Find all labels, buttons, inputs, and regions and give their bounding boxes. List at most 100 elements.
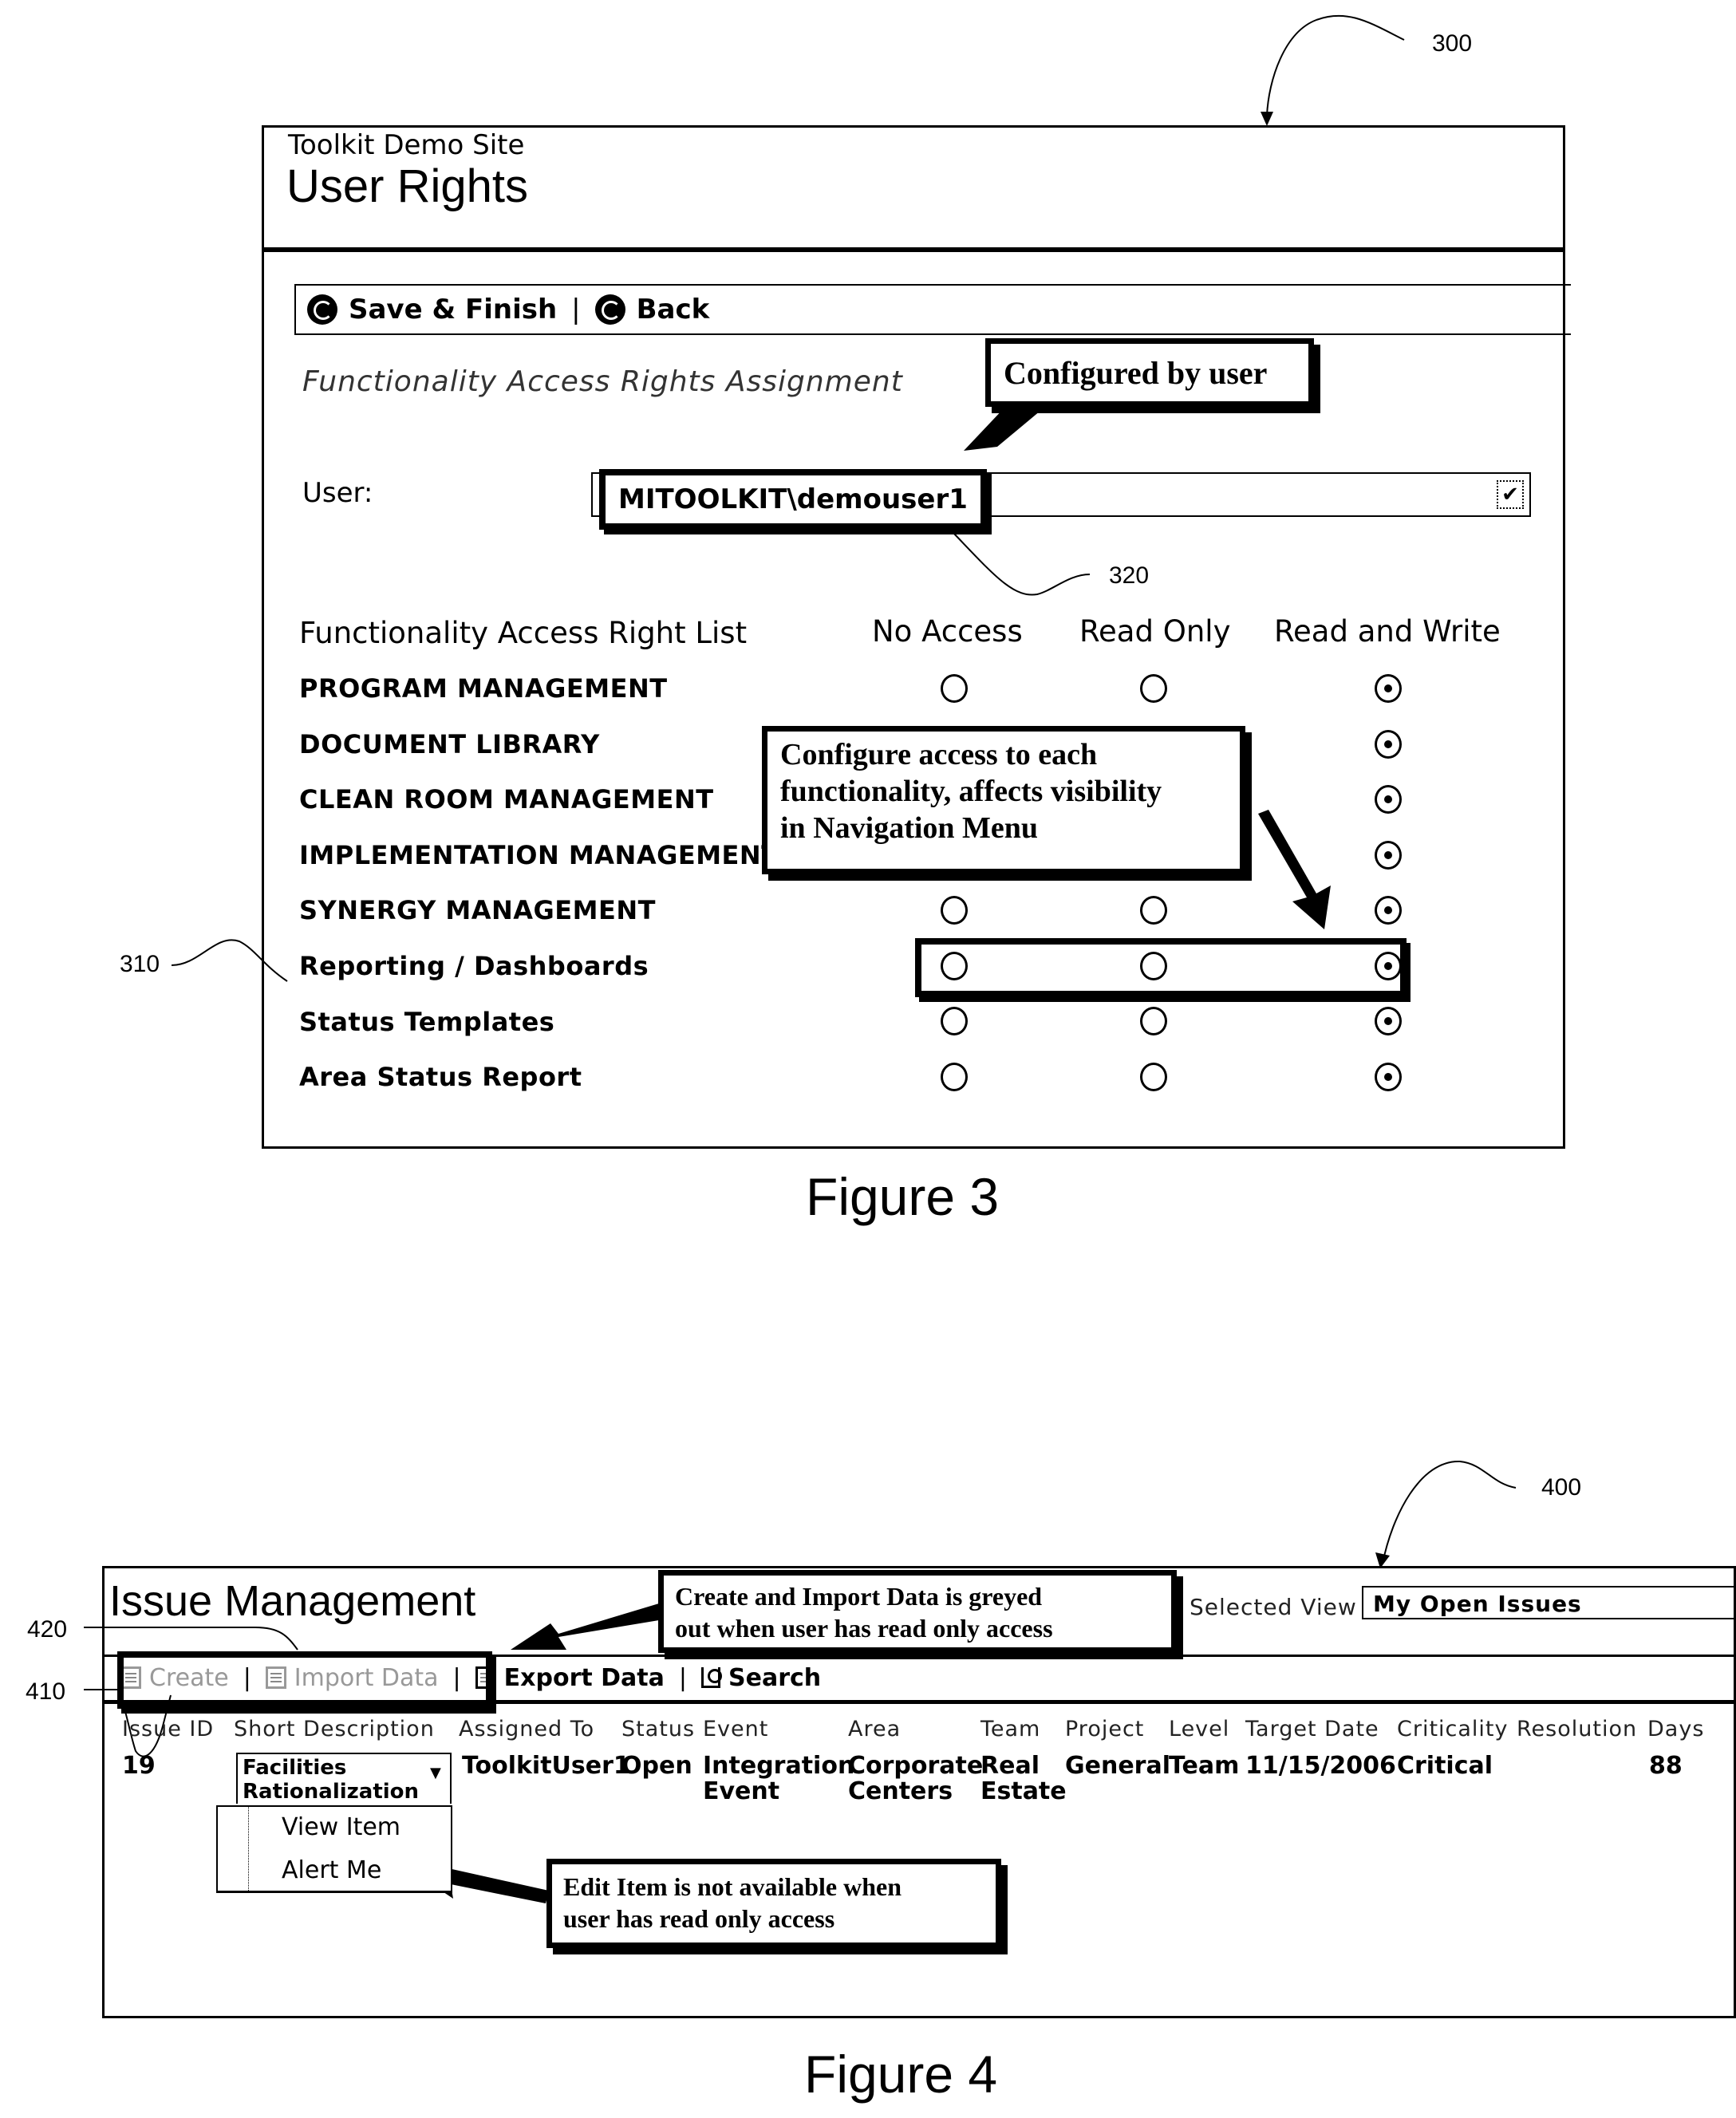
- row-label-document-library: DOCUMENT LIBRARY: [299, 729, 600, 759]
- col-header-days[interactable]: Days: [1647, 1717, 1704, 1741]
- cell-days: 88: [1649, 1752, 1683, 1780]
- radio-synergy-read-only[interactable]: [1140, 896, 1167, 925]
- radio-templates-read-write[interactable]: [1375, 1007, 1402, 1035]
- access-list-header: Functionality Access Right List: [299, 616, 748, 650]
- col-header-status[interactable]: Status: [621, 1717, 695, 1741]
- save-finish-button[interactable]: Save & Finish: [307, 294, 557, 325]
- row-label-area-status-report: Area Status Report: [299, 1062, 582, 1092]
- radio-document-read-write[interactable]: [1375, 730, 1402, 759]
- edit-item-callout: Edit Item is not available when user has…: [546, 1859, 1001, 1948]
- col-header-short-description[interactable]: Short Description: [234, 1717, 435, 1741]
- page-title: Issue Management: [109, 1577, 476, 1625]
- leader-300: [1266, 14, 1405, 116]
- configure-access-callout: Configure access to each functionality, …: [762, 726, 1245, 874]
- cell-target-date: 11/15/2006: [1245, 1752, 1396, 1780]
- menu-icon-gutter: [248, 1807, 249, 1891]
- menu-item-alert-me[interactable]: Alert Me: [282, 1856, 381, 1884]
- user-selected-value[interactable]: MITOOLKIT\demouser1: [599, 469, 987, 530]
- col-header-criticality[interactable]: Criticality: [1397, 1717, 1509, 1741]
- callout-line-1: Configure access to each: [780, 738, 1098, 771]
- radio-implementation-read-write[interactable]: [1375, 841, 1402, 870]
- cell-assigned-to: ToolkitUser1: [462, 1752, 630, 1780]
- area-line-2: Centers: [848, 1777, 953, 1805]
- export-data-label: Export Data: [503, 1663, 665, 1692]
- dropdown-arrow-icon[interactable]: ▼: [430, 1765, 441, 1781]
- col-header-area[interactable]: Area: [848, 1717, 901, 1741]
- team-line-1: Real: [980, 1752, 1040, 1780]
- col-header-issue-id[interactable]: Issue ID: [122, 1717, 214, 1741]
- greyed-out-callout: Create and Import Data is greyed out whe…: [658, 1570, 1177, 1653]
- selected-view-label: Selected View: [1190, 1594, 1357, 1620]
- selected-view-value: My Open Issues: [1373, 1591, 1582, 1617]
- cell-team: Real Estate: [980, 1753, 1067, 1804]
- header-divider: [264, 247, 1563, 252]
- radio-program-no-access[interactable]: [941, 674, 968, 703]
- item-context-menu: View Item Alert Me: [216, 1805, 452, 1893]
- save-globe-icon: [307, 294, 337, 325]
- callout-text: Configured by user: [1004, 355, 1268, 391]
- col-header-project[interactable]: Project: [1065, 1717, 1144, 1741]
- create-import-highlight: [117, 1651, 492, 1709]
- user-label: User:: [302, 477, 373, 509]
- col-header-event[interactable]: Event: [703, 1717, 768, 1741]
- callout-line-1: Create and Import Data is greyed: [675, 1582, 1043, 1611]
- ref-number-400: 400: [1541, 1474, 1582, 1501]
- figure-4-caption: Figure 4: [804, 2045, 998, 2104]
- arrowhead-300: [1261, 112, 1273, 126]
- column-no-access: No Access: [872, 614, 1023, 649]
- back-globe-icon: [594, 294, 625, 325]
- col-header-assigned-to[interactable]: Assigned To: [459, 1717, 594, 1741]
- user-rights-window: Toolkit Demo Site User Rights Save & Fin…: [262, 125, 1571, 1149]
- callout-line-1: Edit Item is not available when: [563, 1872, 902, 1901]
- selected-view-dropdown[interactable]: My Open Issues: [1362, 1586, 1736, 1619]
- col-header-resolution[interactable]: Resolution: [1517, 1717, 1637, 1741]
- cell-criticality: Critical: [1397, 1752, 1493, 1780]
- callout-line-2: user has read only access: [563, 1904, 835, 1933]
- column-read-only: Read Only: [1079, 614, 1231, 649]
- row-label-reporting: Reporting / Dashboards: [299, 951, 649, 981]
- short-description-dropdown[interactable]: Facilities Rationalization: [236, 1753, 452, 1804]
- radio-area-report-read-only[interactable]: [1140, 1063, 1167, 1091]
- radio-program-read-write[interactable]: [1375, 674, 1402, 703]
- page-title: User Rights: [286, 160, 528, 212]
- col-header-team[interactable]: Team: [980, 1717, 1040, 1741]
- ref-number-410: 410: [26, 1678, 66, 1705]
- radio-templates-no-access[interactable]: [941, 1007, 968, 1035]
- cell-area: Corporate Centers: [848, 1753, 983, 1804]
- callout-line-3: in Navigation Menu: [780, 811, 1039, 845]
- radio-area-report-read-write[interactable]: [1375, 1063, 1402, 1091]
- section-title: Functionality Access Rights Assignment: [302, 365, 903, 398]
- figure-3-caption: Figure 3: [806, 1167, 1000, 1226]
- radio-templates-read-only[interactable]: [1140, 1007, 1167, 1035]
- event-line-1: Integration: [703, 1752, 855, 1780]
- site-name: Toolkit Demo Site: [288, 129, 525, 161]
- row-label-clean-room: CLEAN ROOM MANAGEMENT: [299, 784, 714, 814]
- cell-level: Team: [1169, 1752, 1240, 1780]
- cell-event: Integration Event: [703, 1753, 854, 1804]
- chevron-down-icon[interactable]: ✔: [1497, 480, 1524, 509]
- search-button[interactable]: Search: [701, 1664, 821, 1692]
- area-line-1: Corporate: [848, 1752, 984, 1780]
- radio-program-read-only[interactable]: [1140, 674, 1167, 703]
- export-data-button[interactable]: Export Data: [475, 1664, 665, 1692]
- toolbar-separator: |: [571, 294, 581, 325]
- col-header-target-date[interactable]: Target Date: [1245, 1717, 1379, 1741]
- cell-issue-id: 19: [122, 1752, 156, 1780]
- radio-cleanroom-read-write[interactable]: [1375, 785, 1402, 814]
- toolbar-separator: |: [678, 1663, 687, 1692]
- radio-synergy-no-access[interactable]: [941, 896, 968, 925]
- col-header-level[interactable]: Level: [1169, 1717, 1229, 1741]
- back-button[interactable]: Back: [594, 294, 710, 325]
- action-toolbar: Save & Finish | Back: [294, 284, 1571, 335]
- short-description-line-1: Facilities: [243, 1756, 347, 1780]
- reporting-row-highlight: [915, 938, 1407, 997]
- radio-area-report-no-access[interactable]: [941, 1063, 968, 1091]
- cell-project: General: [1065, 1752, 1170, 1780]
- event-line-2: Event: [703, 1777, 780, 1805]
- radio-synergy-read-write[interactable]: [1375, 896, 1402, 925]
- menu-item-view-item[interactable]: View Item: [282, 1813, 400, 1841]
- cell-status: Open: [621, 1752, 692, 1780]
- column-read-write: Read and Write: [1274, 614, 1501, 649]
- search-icon: [701, 1667, 722, 1688]
- back-label: Back: [636, 294, 710, 325]
